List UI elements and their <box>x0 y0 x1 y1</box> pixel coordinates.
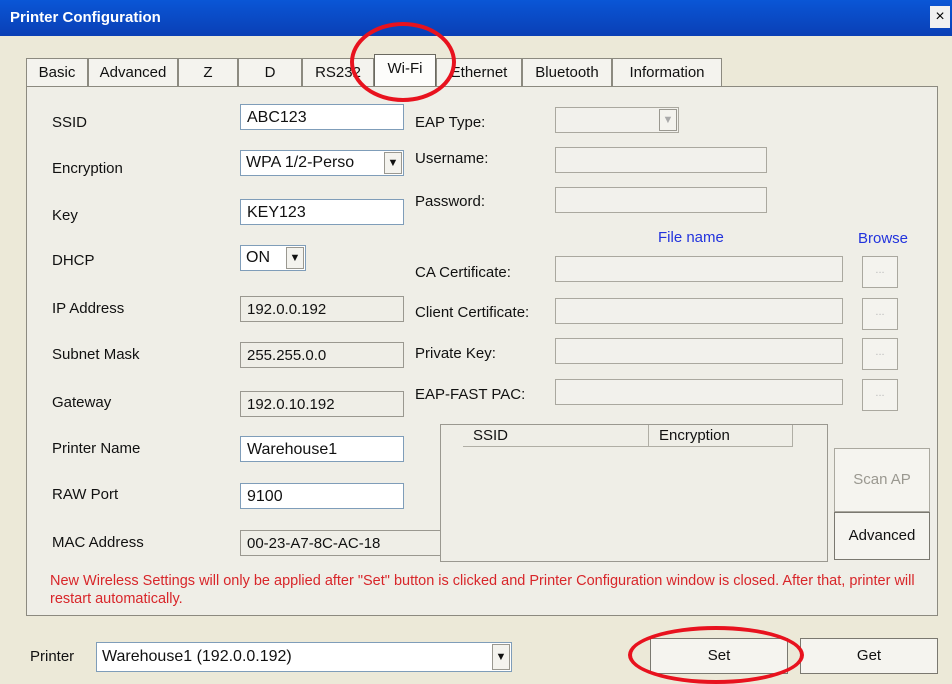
eap-fast-pac-label: EAP-FAST PAC: <box>415 386 526 403</box>
client-certificate-browse-button[interactable]: ... <box>862 298 898 330</box>
ip-address-field[interactable]: 192.0.0.192 <box>240 296 404 322</box>
printer-value: Warehouse1 (192.0.0.192) <box>102 648 292 665</box>
printer-name-field[interactable]: Warehouse1 <box>240 436 404 462</box>
raw-port-field[interactable]: 9100 <box>240 483 404 509</box>
printer-name-label: Printer Name <box>52 440 141 457</box>
printer-label: Printer <box>30 648 75 665</box>
private-key-browse-button[interactable]: ... <box>862 338 898 370</box>
eap-type-select[interactable]: ▼ <box>555 107 679 133</box>
printer-select[interactable]: Warehouse1 (192.0.0.192) ▼ <box>96 642 512 672</box>
eap-fast-pac-browse-button[interactable]: ... <box>862 379 898 411</box>
tab-bluetooth[interactable]: Bluetooth <box>522 58 612 87</box>
raw-port-label: RAW Port <box>52 486 119 503</box>
tab-advanced[interactable]: Advanced <box>88 58 178 87</box>
column-header-ssid[interactable]: SSID <box>463 425 649 447</box>
gateway-label: Gateway <box>52 394 112 411</box>
window-title: Printer Configuration <box>10 9 161 26</box>
scan-ap-button[interactable]: Scan AP <box>834 448 930 512</box>
column-header-encryption[interactable]: Encryption <box>649 425 793 447</box>
chevron-down-icon[interactable]: ▼ <box>659 109 677 131</box>
private-key-label: Private Key: <box>415 345 496 362</box>
ca-certificate-label: CA Certificate: <box>415 264 511 281</box>
encryption-label: Encryption <box>52 160 123 177</box>
ssid-label: SSID <box>52 114 88 131</box>
tab-ethernet[interactable]: Ethernet <box>436 58 522 87</box>
apply-settings-note: New Wireless Settings will only be appli… <box>50 573 915 607</box>
password-label: Password: <box>415 193 486 210</box>
tab-wifi[interactable]: Wi-Fi <box>374 54 436 87</box>
chevron-down-icon[interactable]: ▼ <box>286 247 304 269</box>
file-name-header: File name <box>658 229 724 246</box>
browse-header: Browse <box>858 230 909 247</box>
username-field[interactable] <box>555 147 767 173</box>
tab-rs232[interactable]: RS232 <box>302 58 374 87</box>
dhcp-label: DHCP <box>52 252 95 269</box>
advanced-button[interactable]: Advanced <box>834 512 930 560</box>
mac-address-field: 00-23-A7-8C-AC-18 <box>240 530 448 556</box>
ssid-field[interactable]: ABC123 <box>240 104 404 130</box>
client-certificate-label: Client Certificate: <box>415 304 530 321</box>
ca-certificate-field[interactable] <box>555 256 843 282</box>
username-label: Username: <box>415 150 489 167</box>
tab-d[interactable]: D <box>238 58 302 87</box>
ca-certificate-browse-button[interactable]: ... <box>862 256 898 288</box>
dhcp-select[interactable]: ON ▼ <box>240 245 306 271</box>
chevron-down-icon[interactable]: ▼ <box>492 644 510 670</box>
access-point-list[interactable]: SSID Encryption <box>440 424 828 562</box>
mac-address-label: MAC Address <box>52 534 144 551</box>
tab-information[interactable]: Information <box>612 58 722 87</box>
get-button[interactable]: Get <box>800 638 938 674</box>
client-certificate-field[interactable] <box>555 298 843 324</box>
eap-type-label: EAP Type: <box>415 114 486 131</box>
gateway-field[interactable]: 192.0.10.192 <box>240 391 404 417</box>
tab-z[interactable]: Z <box>178 58 238 87</box>
ip-address-label: IP Address <box>52 300 125 317</box>
tab-basic[interactable]: Basic <box>26 58 88 87</box>
close-icon[interactable]: × <box>930 6 950 28</box>
set-button[interactable]: Set <box>650 638 788 674</box>
password-field[interactable] <box>555 187 767 213</box>
encryption-value: WPA 1/2-Perso <box>246 154 355 171</box>
subnet-mask-label: Subnet Mask <box>52 346 140 363</box>
key-field[interactable]: KEY123 <box>240 199 404 225</box>
dhcp-value: ON <box>246 249 270 266</box>
private-key-field[interactable] <box>555 338 843 364</box>
encryption-select[interactable]: WPA 1/2-Perso ▼ <box>240 150 404 176</box>
eap-fast-pac-field[interactable] <box>555 379 843 405</box>
chevron-down-icon[interactable]: ▼ <box>384 152 402 174</box>
key-label: Key <box>52 207 78 224</box>
subnet-mask-field[interactable]: 255.255.0.0 <box>240 342 404 368</box>
